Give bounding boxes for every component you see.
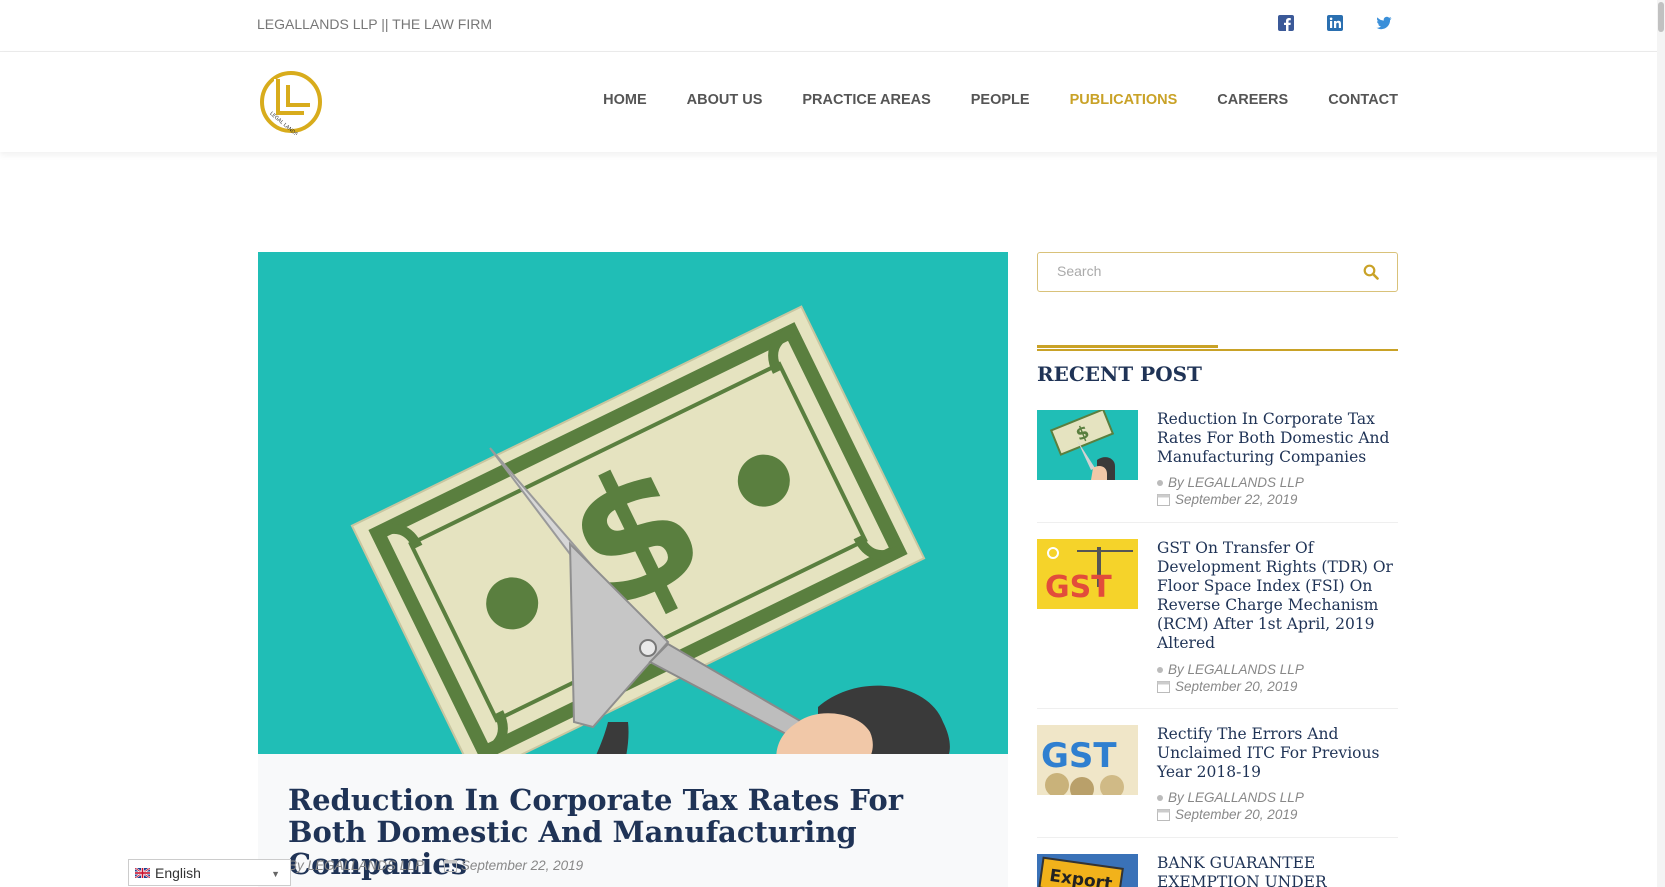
page-scrollbar[interactable]	[1657, 0, 1665, 887]
sidebar-divider	[1037, 349, 1398, 351]
recent-post-meta: By LEGALLANDS LLP September 20, 2019	[1157, 661, 1304, 695]
language-label: English	[155, 864, 201, 881]
search-input[interactable]	[1057, 263, 1357, 279]
bullet-icon	[1157, 479, 1163, 486]
thumb-text: GST	[1041, 736, 1117, 776]
recent-post-title[interactable]: BANK GUARANTEE EXEMPTION UNDER	[1157, 854, 1399, 887]
nav-careers[interactable]: CAREERS	[1217, 92, 1288, 108]
search-icon[interactable]	[1363, 264, 1379, 280]
recent-post-meta: By LEGALLANDS LLP September 22, 2019	[1157, 474, 1304, 508]
nav-home[interactable]: HOME	[603, 92, 647, 108]
recent-post-date: September 22, 2019	[1175, 492, 1298, 507]
recent-post-item: $ Reduction In Corporate Tax Rates For B…	[1037, 410, 1398, 523]
twitter-icon[interactable]	[1375, 14, 1393, 32]
bullet-icon	[1157, 666, 1163, 673]
calendar-icon	[1157, 494, 1170, 506]
top-bar: LEGALLANDS LLP || THE LAW FIRM	[0, 0, 1665, 52]
recent-post-thumb[interactable]: Export	[1037, 854, 1138, 887]
calendar-icon	[1157, 809, 1170, 821]
main-navbar: LEGAL LANDS HOME ABOUT US PRACTICE AREAS…	[0, 52, 1665, 152]
linkedin-icon[interactable]	[1326, 14, 1344, 32]
facebook-icon[interactable]	[1277, 14, 1295, 32]
language-select[interactable]: English ▼	[128, 859, 291, 886]
thumb-text: GST	[1045, 570, 1112, 605]
recent-post-item: Export BANK GUARANTEE EXEMPTION UNDER	[1037, 854, 1398, 887]
site-tagline: LEGALLANDS LLP || THE LAW FIRM	[257, 16, 492, 32]
nav-practice-areas[interactable]: PRACTICE AREAS	[802, 92, 930, 108]
post-date-wrap: September 22, 2019	[443, 858, 584, 873]
post-author[interactable]: By LEGALLANDS LLP	[288, 858, 424, 873]
nav-publications[interactable]: PUBLICATIONS	[1070, 92, 1178, 108]
recent-post-thumb[interactable]: GST	[1037, 539, 1138, 609]
bullet-icon	[1157, 794, 1163, 801]
recent-post-meta: By LEGALLANDS LLP September 20, 2019	[1157, 789, 1304, 823]
recent-post-author[interactable]: By LEGALLANDS LLP	[1168, 475, 1304, 490]
recent-post-thumb[interactable]: $	[1037, 410, 1138, 480]
sidebar-divider-accent	[1037, 345, 1218, 348]
calendar-icon	[443, 859, 457, 872]
recent-post-title[interactable]: Reduction In Corporate Tax Rates For Bot…	[1157, 410, 1399, 467]
post-meta: By LEGALLANDS LLP September 22, 2019	[288, 858, 583, 873]
recent-post-date: September 20, 2019	[1175, 679, 1298, 694]
post-summary: Reduction In Corporate Tax Rates For Bot…	[258, 754, 1008, 887]
nav-people[interactable]: PEOPLE	[971, 92, 1030, 108]
recent-post-title[interactable]: GST On Transfer Of Development Rights (T…	[1157, 539, 1399, 653]
chevron-down-icon: ▼	[271, 869, 280, 879]
recent-post-date: September 20, 2019	[1175, 807, 1298, 822]
calendar-icon	[1157, 681, 1170, 693]
post-featured-image[interactable]: $	[258, 252, 1008, 754]
recent-post-item: GST GST On Transfer Of Development Right…	[1037, 539, 1398, 709]
recent-post-author[interactable]: By LEGALLANDS LLP	[1168, 790, 1304, 805]
site-logo[interactable]: LEGAL LANDS	[258, 69, 324, 138]
recent-post-item: GST Rectify The Errors And Unclaimed ITC…	[1037, 725, 1398, 838]
main-nav: HOME ABOUT US PRACTICE AREAS PEOPLE PUBL…	[563, 92, 1398, 108]
scrollbar-thumb[interactable]	[1658, 2, 1664, 32]
nav-about-us[interactable]: ABOUT US	[687, 92, 763, 108]
recent-post-author[interactable]: By LEGALLANDS LLP	[1168, 662, 1304, 677]
recent-post-title[interactable]: Rectify The Errors And Unclaimed ITC For…	[1157, 725, 1399, 782]
post-date: September 22, 2019	[460, 858, 584, 873]
recent-post-thumb[interactable]: GST	[1037, 725, 1138, 795]
recent-post-heading: RECENT POST	[1037, 362, 1202, 386]
uk-flag-icon	[135, 867, 150, 878]
nav-contact[interactable]: CONTACT	[1328, 92, 1398, 108]
sidebar-search	[1037, 252, 1398, 292]
